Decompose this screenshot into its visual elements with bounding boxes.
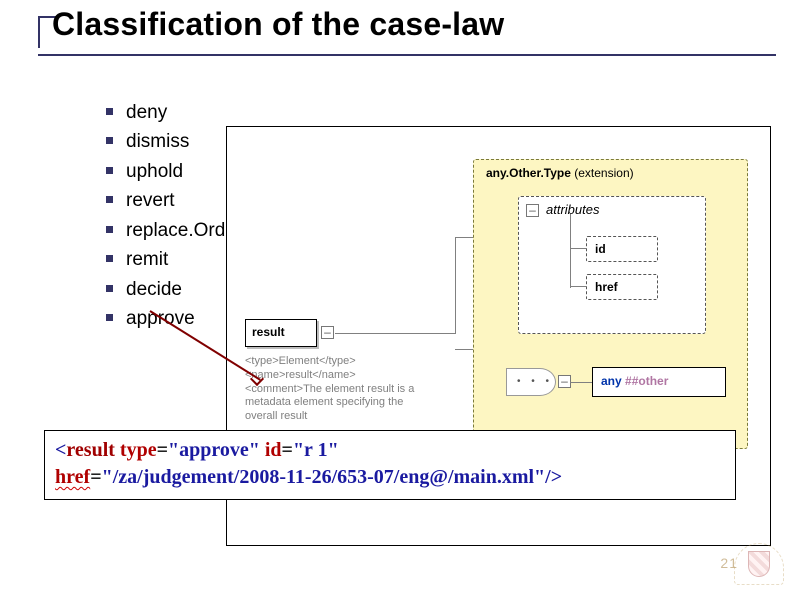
attribute-href-node: href bbox=[586, 274, 658, 300]
collapse-icon: – bbox=[321, 326, 334, 339]
title-underline bbox=[38, 54, 776, 56]
list-item: replace.Order bbox=[106, 216, 242, 245]
any-namespace: ##other bbox=[625, 374, 668, 388]
list-item: approve bbox=[106, 304, 242, 333]
code-element-name: result bbox=[66, 439, 115, 461]
code-attr-name: type bbox=[120, 439, 157, 461]
list-item: remit bbox=[106, 245, 242, 274]
attributes-label: attributes bbox=[546, 202, 599, 217]
attribute-id-node: id bbox=[586, 236, 658, 262]
connector-line bbox=[570, 248, 586, 249]
connector-line bbox=[335, 333, 455, 334]
list-item: decide bbox=[106, 275, 242, 304]
code-attr-value: "/za/judgement/2008-11-26/653-07/eng@/ma… bbox=[102, 466, 546, 488]
xml-code-example: <result type="approve" id="r 1" href="/z… bbox=[44, 430, 736, 500]
code-attr-value: "r 1" bbox=[293, 439, 339, 461]
bullet-list: deny dismiss uphold revert replace.Order… bbox=[66, 98, 242, 334]
collapse-icon: – bbox=[526, 204, 539, 217]
extension-title-name: any.Other.Type bbox=[486, 166, 571, 180]
connector-line bbox=[570, 286, 586, 287]
extension-title-suffix: (extension) bbox=[571, 166, 634, 180]
any-element-node: any ##other bbox=[592, 367, 726, 397]
list-item: deny bbox=[106, 98, 242, 127]
connector-line bbox=[570, 214, 571, 288]
connector-line bbox=[455, 237, 456, 334]
code-bracket: /> bbox=[545, 466, 562, 488]
result-comment-text: <type>Element</type> <name>result</name>… bbox=[245, 355, 425, 424]
extension-box: any.Other.Type (extension) – attributes … bbox=[473, 159, 748, 449]
slide-title: Classification of the case-law bbox=[52, 6, 504, 43]
code-attr-name: id bbox=[265, 439, 282, 461]
list-item: uphold bbox=[106, 157, 242, 186]
any-keyword: any bbox=[601, 374, 622, 388]
sequence-node: • • • bbox=[506, 368, 556, 396]
connector-line bbox=[570, 382, 592, 383]
extension-title: any.Other.Type (extension) bbox=[486, 166, 634, 180]
list-item: revert bbox=[106, 186, 242, 215]
watermark-crest bbox=[730, 543, 788, 591]
result-element-node: result bbox=[245, 319, 317, 347]
connector-line bbox=[455, 237, 473, 238]
code-attr-value: "approve" bbox=[168, 439, 260, 461]
code-attr-name: href bbox=[55, 466, 90, 488]
code-bracket: < bbox=[55, 439, 66, 461]
list-item: dismiss bbox=[106, 127, 242, 156]
